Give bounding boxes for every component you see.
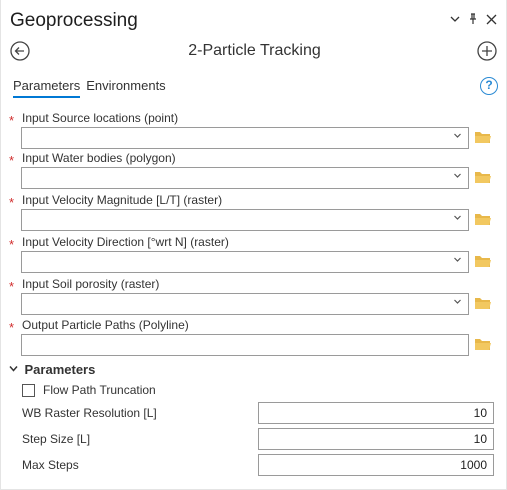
help-icon[interactable]: ? [480, 77, 498, 95]
step-size-row: Step Size [L] 10 [1, 428, 507, 450]
param-label: Input Water bodies (polygon) [22, 151, 176, 165]
tool-title: 2-Particle Tracking [188, 42, 321, 59]
wb-raster-resolution-row: WB Raster Resolution [L] 10 [1, 402, 507, 424]
required-marker: * [9, 153, 15, 168]
param-label: Output Particle Paths (Polyline) [22, 318, 189, 332]
close-icon[interactable] [484, 12, 498, 26]
required-marker: * [9, 279, 15, 294]
pin-icon[interactable] [466, 12, 480, 26]
velocity-direction-input[interactable] [21, 251, 469, 273]
output-particle-paths-input[interactable] [21, 334, 469, 356]
tab-environments[interactable]: Environments [86, 78, 165, 98]
param-label: Input Soil porosity (raster) [22, 277, 160, 291]
water-bodies-input[interactable] [21, 167, 469, 189]
required-marker: * [9, 320, 15, 335]
chevron-down-icon[interactable] [453, 213, 462, 225]
flow-path-truncation-checkbox[interactable] [22, 383, 35, 397]
parameters-section-header[interactable]: Parameters [9, 362, 95, 377]
velocity-magnitude-input[interactable] [21, 209, 469, 231]
tool-header: 2-Particle Tracking [1, 38, 507, 66]
param-label: Input Velocity Magnitude [L/T] (raster) [22, 193, 223, 207]
folder-icon[interactable] [474, 254, 492, 269]
wb-raster-resolution-input[interactable]: 10 [258, 402, 494, 424]
max-steps-input[interactable]: 1000 [258, 454, 494, 476]
param-input-velocity-magnitude: * Input Velocity Magnitude [L/T] (raster… [1, 193, 507, 235]
chevron-down-icon[interactable] [453, 131, 462, 143]
folder-icon[interactable] [474, 212, 492, 227]
checkbox-label: Flow Path Truncation [43, 383, 156, 397]
max-steps-row: Max Steps 1000 [1, 454, 507, 476]
required-marker: * [9, 195, 15, 210]
tab-bar: Parameters Environments [13, 78, 166, 98]
required-marker: * [9, 113, 15, 128]
param-output-particle-paths: * Output Particle Paths (Polyline) [1, 318, 507, 360]
folder-icon[interactable] [474, 337, 492, 352]
param-label: Step Size [L] [22, 432, 91, 446]
param-label: Input Velocity Direction [°wrt N] (raste… [22, 235, 229, 249]
folder-icon[interactable] [474, 170, 492, 185]
chevron-down-icon [9, 365, 21, 375]
step-size-input[interactable]: 10 [258, 428, 494, 450]
flow-path-truncation-row: Flow Path Truncation [22, 382, 156, 398]
chevron-down-icon[interactable] [453, 297, 462, 309]
source-locations-input[interactable] [21, 127, 469, 149]
param-input-source-locations: * Input Source locations (point) [1, 111, 507, 153]
param-input-soil-porosity: * Input Soil porosity (raster) [1, 277, 507, 319]
pane-titlebar: Geoprocessing [1, 0, 507, 40]
param-input-velocity-direction: * Input Velocity Direction [°wrt N] (ras… [1, 235, 507, 277]
param-label: Max Steps [22, 458, 79, 472]
geoprocessing-pane: Geoprocessing 2-Particle Tracking Parame… [0, 0, 507, 490]
chevron-down-icon[interactable] [453, 255, 462, 267]
chevron-down-icon[interactable] [453, 171, 462, 183]
param-label: Input Source locations (point) [22, 111, 179, 125]
chevron-down-icon[interactable] [448, 12, 462, 26]
param-label: WB Raster Resolution [L] [22, 406, 157, 420]
folder-icon[interactable] [474, 130, 492, 145]
section-label: Parameters [24, 362, 96, 377]
folder-icon[interactable] [474, 296, 492, 311]
soil-porosity-input[interactable] [21, 293, 469, 315]
param-input-water-bodies: * Input Water bodies (polygon) [1, 151, 507, 193]
add-icon[interactable] [476, 40, 498, 62]
pane-title: Geoprocessing [10, 10, 138, 31]
required-marker: * [9, 237, 15, 252]
tab-parameters[interactable]: Parameters [13, 78, 81, 98]
